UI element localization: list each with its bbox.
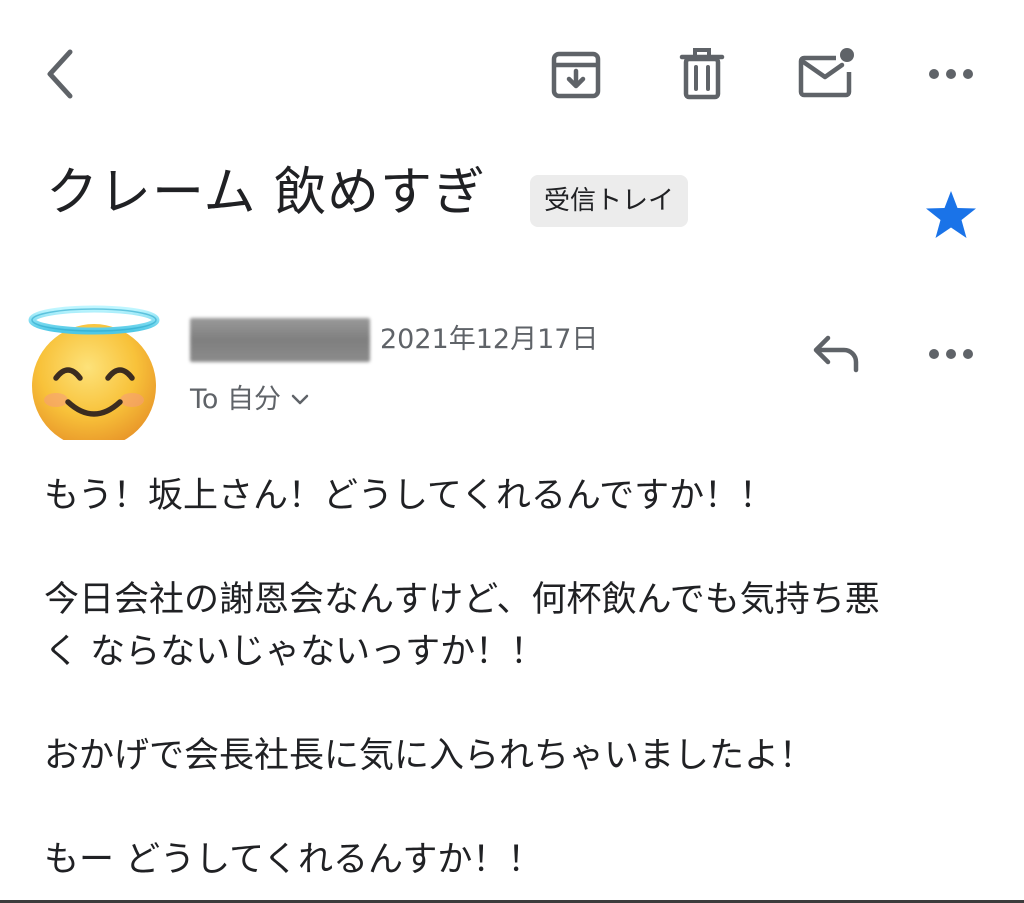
body-paragraph: く ならないじゃないっすか！！ [44,632,546,672]
reply-icon [813,335,859,373]
more-options-button[interactable] [918,46,984,102]
chevron-down-icon [291,394,309,405]
star-button[interactable] [920,184,982,246]
chevron-left-icon [47,49,73,99]
reply-button[interactable] [806,326,868,382]
smiling-face-with-halo-icon [28,305,160,448]
archive-icon [551,51,601,99]
delete-button[interactable] [670,42,734,106]
back-button[interactable] [30,38,90,110]
sender-name-redacted [190,318,370,362]
recipient-label: To 自分 [190,384,282,415]
more-horizontal-icon [929,349,973,359]
mark-unread-button[interactable] [792,40,860,106]
mail-unread-icon [798,48,854,98]
star-icon [926,191,976,238]
body-paragraph: おかげで会長社長に気に入られちゃいましたよ！ [44,736,815,776]
more-horizontal-icon [929,69,973,79]
message-more-options-button[interactable] [918,326,984,382]
message-date: 2021年12月17日 [380,324,599,355]
trash-icon [679,48,725,100]
inbox-label-chip[interactable]: 受信トレイ [530,175,689,227]
sender-avatar[interactable] [26,304,162,448]
body-paragraph: もー どうしてくれるんすか！！ [44,840,543,880]
recipient-details-toggle[interactable]: To 自分 [190,380,309,420]
body-paragraph: 今日会社の謝恩会なんすけど、何杯飲んでも気持ち悪 [44,580,880,620]
message-body: もう！坂上さん！どうしてくれるんですか！！ 今日会社の謝恩会なんすけど、何杯飲ん… [44,470,994,886]
email-subject: クレーム 飲めすぎ [46,163,486,223]
archive-button[interactable] [544,42,608,106]
body-paragraph: もう！坂上さん！どうしてくれるんですか！！ [44,476,775,516]
